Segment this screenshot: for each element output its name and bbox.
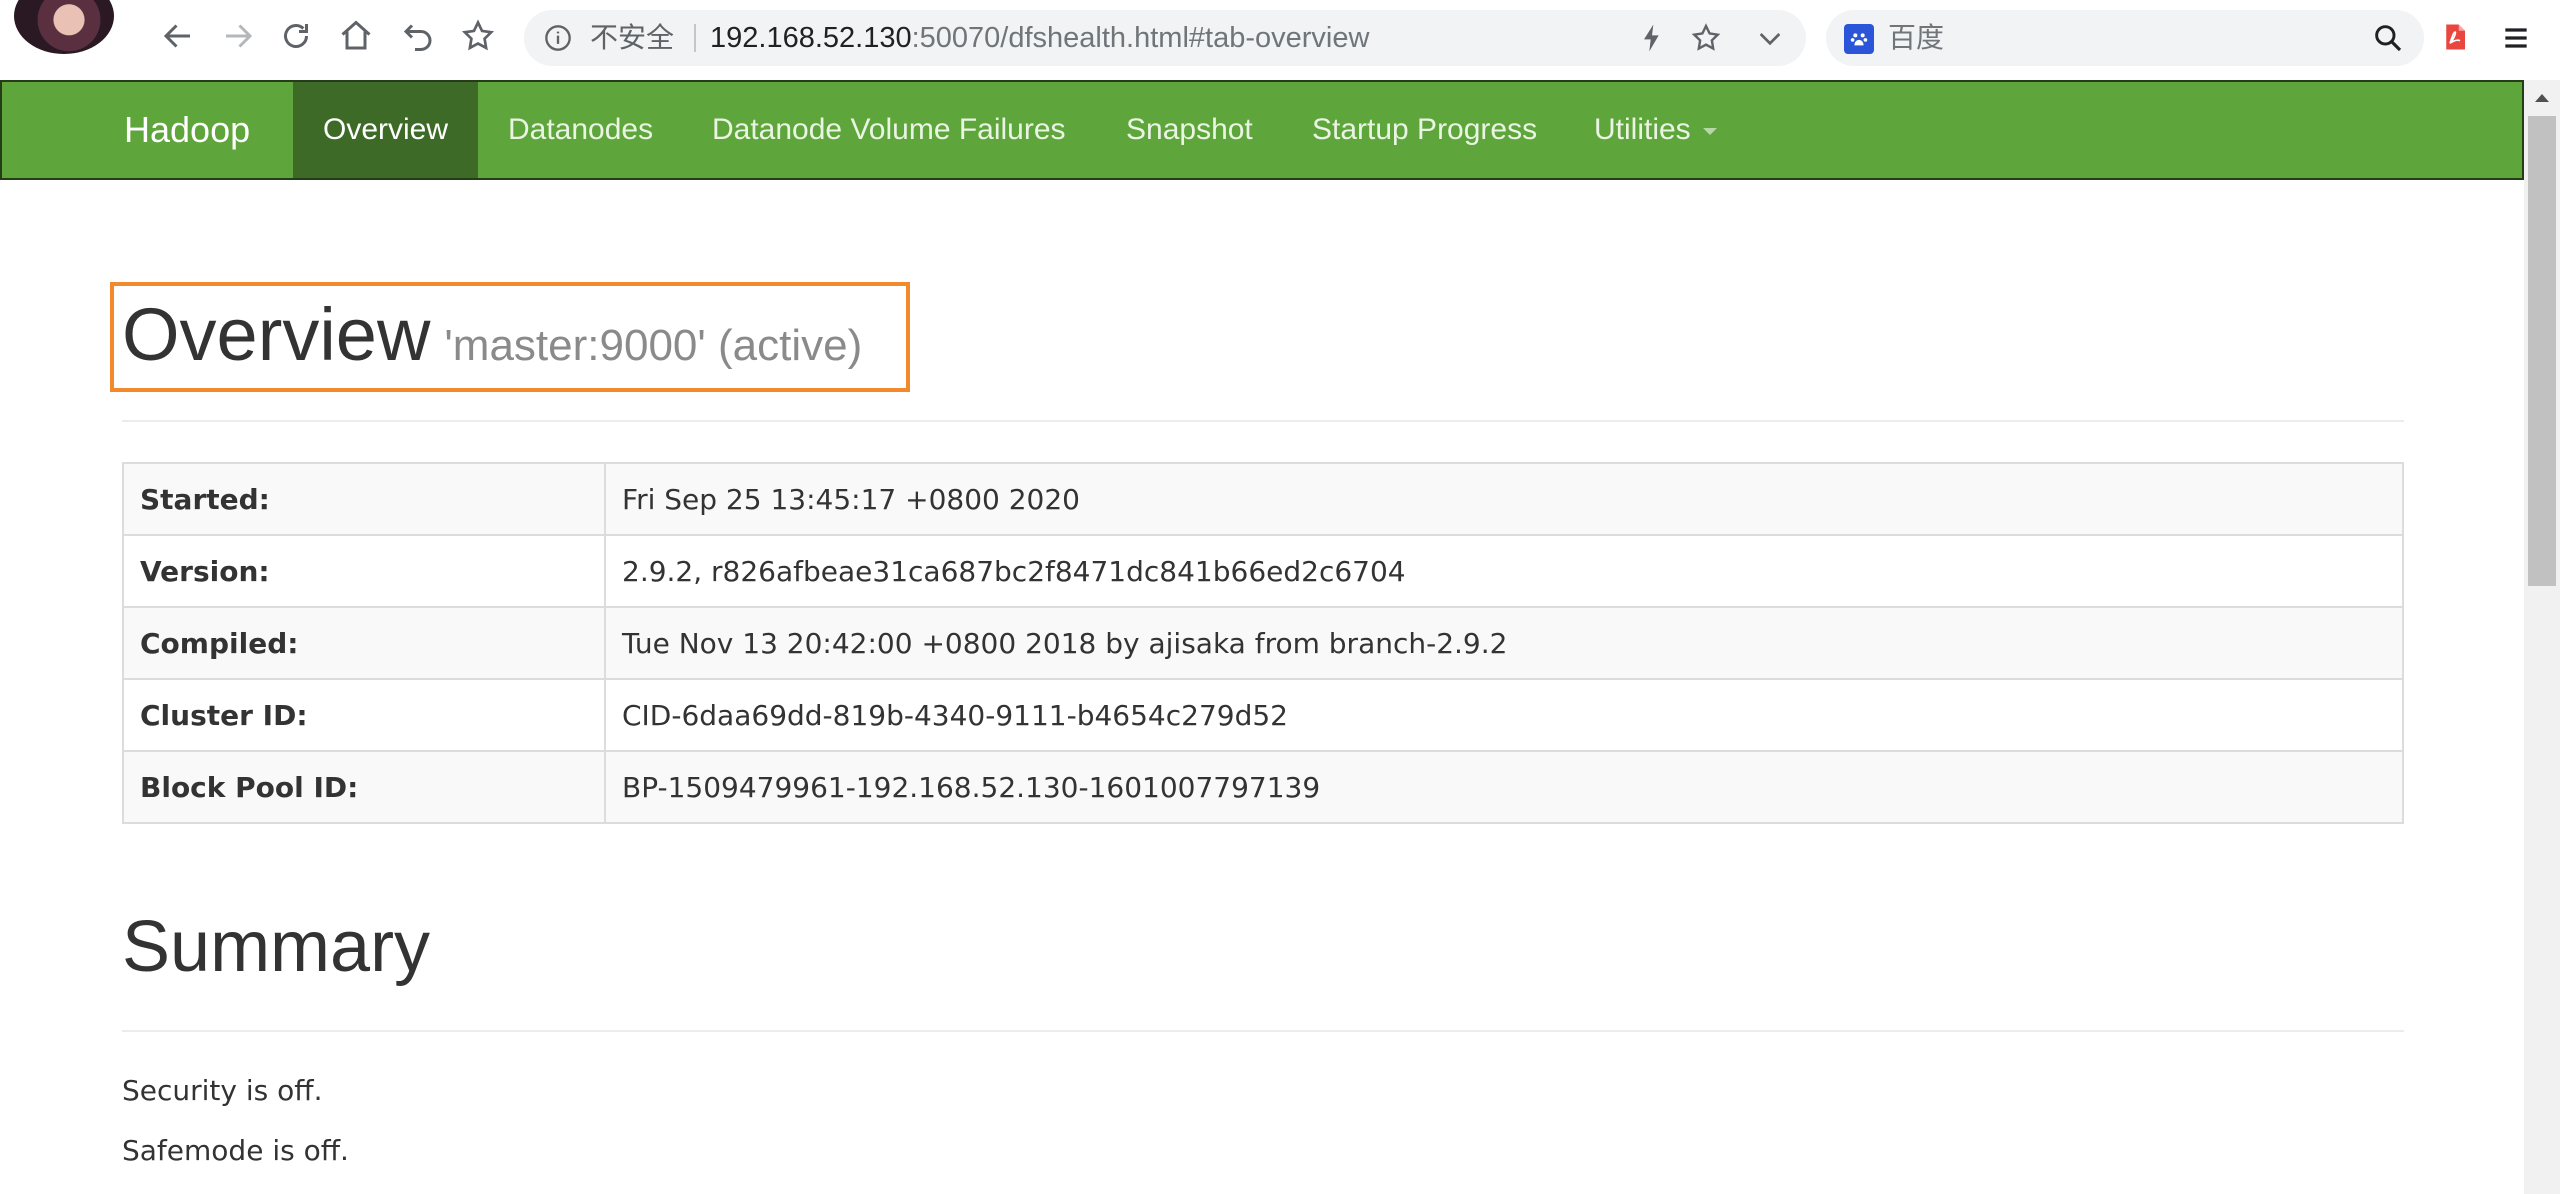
chevron-down-icon[interactable]	[1754, 22, 1786, 54]
table-row: Compiled: Tue Nov 13 20:42:00 +0800 2018…	[122, 606, 2404, 680]
info-icon[interactable]	[544, 24, 572, 52]
row-key: Compiled:	[122, 606, 606, 680]
table-row: Block Pool ID: BP-1509479961-192.168.52.…	[122, 750, 2404, 824]
profile-avatar[interactable]	[14, 0, 114, 54]
url-path: :50070/dfshealth.html#tab-overview	[911, 22, 1370, 54]
menu-icon[interactable]	[2500, 22, 2532, 54]
reload-icon[interactable]	[274, 14, 318, 58]
page-scrollbar[interactable]	[2524, 80, 2560, 1194]
overview-title: Overview	[122, 293, 431, 376]
row-value: Tue Nov 13 20:42:00 +0800 2018 by ajisak…	[604, 606, 2404, 680]
nav-startup-progress[interactable]: Startup Progress	[1282, 82, 1567, 178]
forward-icon[interactable]	[216, 14, 260, 58]
nav-datanode-volume-failures[interactable]: Datanode Volume Failures	[682, 82, 1096, 178]
row-value: CID-6daa69dd-819b-4340-9111-b4654c279d52	[604, 678, 2404, 752]
row-value: BP-1509479961-192.168.52.130-16010077971…	[604, 750, 2404, 824]
url-text[interactable]: 192.168.52.130:50070/dfshealth.html#tab-…	[710, 10, 1369, 66]
address-bar[interactable]: 不安全 192.168.52.130:50070/dfshealth.html#…	[524, 10, 1806, 66]
scroll-up-arrow-icon[interactable]	[2535, 94, 2549, 102]
security-label: 不安全	[590, 21, 675, 54]
row-key: Block Pool ID:	[122, 750, 606, 824]
row-key: Cluster ID:	[122, 678, 606, 752]
nav-datanodes[interactable]: Datanodes	[478, 82, 683, 178]
search-input[interactable]: 百度	[1888, 10, 1944, 66]
bookmark-star-icon[interactable]	[456, 14, 500, 58]
home-icon[interactable]	[334, 14, 378, 58]
nav-utilities[interactable]: Utilities	[1564, 82, 1747, 178]
scrollbar-thumb[interactable]	[2528, 116, 2556, 586]
overview-info-table: Started: Fri Sep 25 13:45:17 +0800 2020 …	[122, 462, 2404, 824]
pdf-extension-icon[interactable]	[2440, 22, 2470, 52]
security-status: Security is off.	[122, 1074, 323, 1107]
table-row: Cluster ID: CID-6daa69dd-819b-4340-9111-…	[122, 678, 2404, 752]
summary-divider	[122, 1030, 2404, 1032]
row-key: Version:	[122, 534, 606, 608]
row-value: 2.9.2, r826afbeae31ca687bc2f8471dc841b66…	[604, 534, 2404, 608]
overview-heading: Overview 'master:9000' (active)	[122, 292, 862, 377]
hadoop-navbar: Hadoop Overview Datanodes Datanode Volum…	[0, 80, 2524, 180]
url-host: 192.168.52.130	[710, 22, 912, 54]
brand-link[interactable]: Hadoop	[124, 82, 250, 178]
lightning-icon[interactable]	[1636, 22, 1668, 54]
search-icon[interactable]	[2372, 22, 2404, 54]
nav-utilities-label: Utilities	[1594, 113, 1691, 146]
favorite-star-icon[interactable]	[1690, 22, 1722, 54]
baidu-icon	[1844, 24, 1874, 54]
overview-subtitle: 'master:9000' (active)	[444, 321, 863, 370]
undo-icon[interactable]	[396, 14, 440, 58]
address-divider	[694, 24, 696, 52]
safemode-status: Safemode is off.	[122, 1134, 349, 1167]
summary-heading: Summary	[122, 907, 431, 987]
browser-toolbar: 不安全 192.168.52.130:50070/dfshealth.html#…	[0, 0, 2560, 78]
search-box[interactable]: 百度	[1826, 10, 2424, 66]
nav-snapshot[interactable]: Snapshot	[1096, 82, 1283, 178]
row-key: Started:	[122, 462, 606, 536]
table-row: Version: 2.9.2, r826afbeae31ca687bc2f847…	[122, 534, 2404, 608]
table-row: Started: Fri Sep 25 13:45:17 +0800 2020	[122, 462, 2404, 536]
overview-divider	[122, 420, 2404, 422]
back-icon[interactable]	[156, 14, 200, 58]
caret-down-icon	[1702, 127, 1717, 135]
row-value: Fri Sep 25 13:45:17 +0800 2020	[604, 462, 2404, 536]
nav-overview[interactable]: Overview	[293, 82, 478, 178]
